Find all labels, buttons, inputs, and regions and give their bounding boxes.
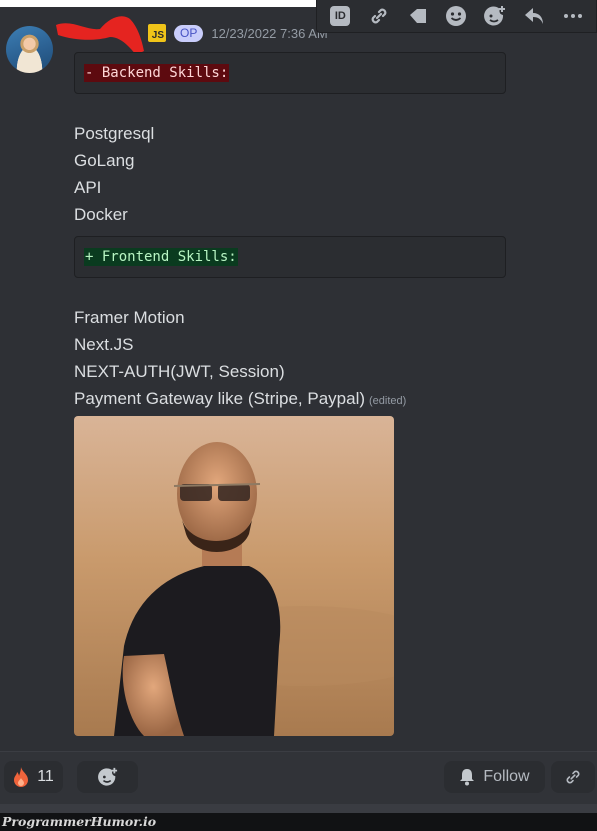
bottom-bar xyxy=(0,804,597,813)
message-header: JS OP 12/23/2022 7:36 AM xyxy=(148,23,328,43)
author-avatar[interactable] xyxy=(6,26,53,73)
link-icon xyxy=(566,770,580,784)
more-options-button[interactable] xyxy=(560,3,586,29)
redacted-username-scribble xyxy=(56,16,144,55)
reaction-count: 11 xyxy=(37,768,54,785)
skill-item: Docker xyxy=(74,205,128,224)
bell-icon xyxy=(460,769,475,786)
diff-removed-line: - Backend Skills: xyxy=(84,64,230,82)
link-icon xyxy=(371,8,387,24)
copy-link-button[interactable] xyxy=(366,3,392,29)
code-block-frontend: + Frontend Skills: xyxy=(74,236,506,278)
id-icon: ID xyxy=(330,6,351,26)
skill-item: Next.JS xyxy=(74,335,134,354)
skill-item: API xyxy=(74,178,102,197)
skill-item-last: Payment Gateway like (Stripe, Paypal) (ed… xyxy=(74,389,406,409)
code-block-backend: - Backend Skills: xyxy=(74,52,506,94)
tag-icon xyxy=(409,9,426,23)
op-badge: OP xyxy=(174,24,204,42)
skill-item: Postgresql xyxy=(74,124,155,143)
watermark: ProgrammerHumor.io xyxy=(0,813,597,831)
reply-button[interactable] xyxy=(521,3,547,29)
diff-added-line: + Frontend Skills: xyxy=(84,248,238,266)
add-reaction-icon xyxy=(484,6,506,26)
edited-label: (edited) xyxy=(369,395,407,407)
tag-button[interactable] xyxy=(405,3,431,29)
skill-item: GoLang xyxy=(74,151,135,170)
copy-link-button[interactable] xyxy=(551,761,595,793)
follow-button[interactable]: Follow xyxy=(444,761,545,793)
fire-reaction-button[interactable]: 11 xyxy=(4,761,63,793)
reply-icon xyxy=(524,8,543,24)
more-icon xyxy=(563,14,582,18)
emoji-icon xyxy=(446,6,467,26)
fire-icon xyxy=(14,767,29,787)
add-reaction-button[interactable] xyxy=(482,3,508,29)
copy-id-button[interactable]: ID xyxy=(327,3,353,29)
js-role-badge: JS xyxy=(148,24,166,42)
forum-message: JS OP 12/23/2022 7:36 AM - Backend Skill… xyxy=(0,7,597,751)
message-actions-toolbar: ID xyxy=(316,0,597,33)
skill-item: NEXT-AUTH(JWT, Session) xyxy=(74,362,285,381)
add-reaction-icon xyxy=(97,767,117,786)
add-reaction-button[interactable] xyxy=(77,761,138,793)
skill-item: Framer Motion xyxy=(74,308,185,327)
follow-label: Follow xyxy=(483,768,530,785)
skill-item-text: Payment Gateway like (Stripe, Paypal) xyxy=(74,389,366,408)
image-attachment[interactable] xyxy=(74,416,394,736)
post-footer: 11 Follow xyxy=(0,752,597,804)
attachment-photo xyxy=(74,416,394,736)
timestamp[interactable]: 12/23/2022 7:36 AM xyxy=(211,26,327,41)
emoji-button[interactable] xyxy=(443,3,469,29)
